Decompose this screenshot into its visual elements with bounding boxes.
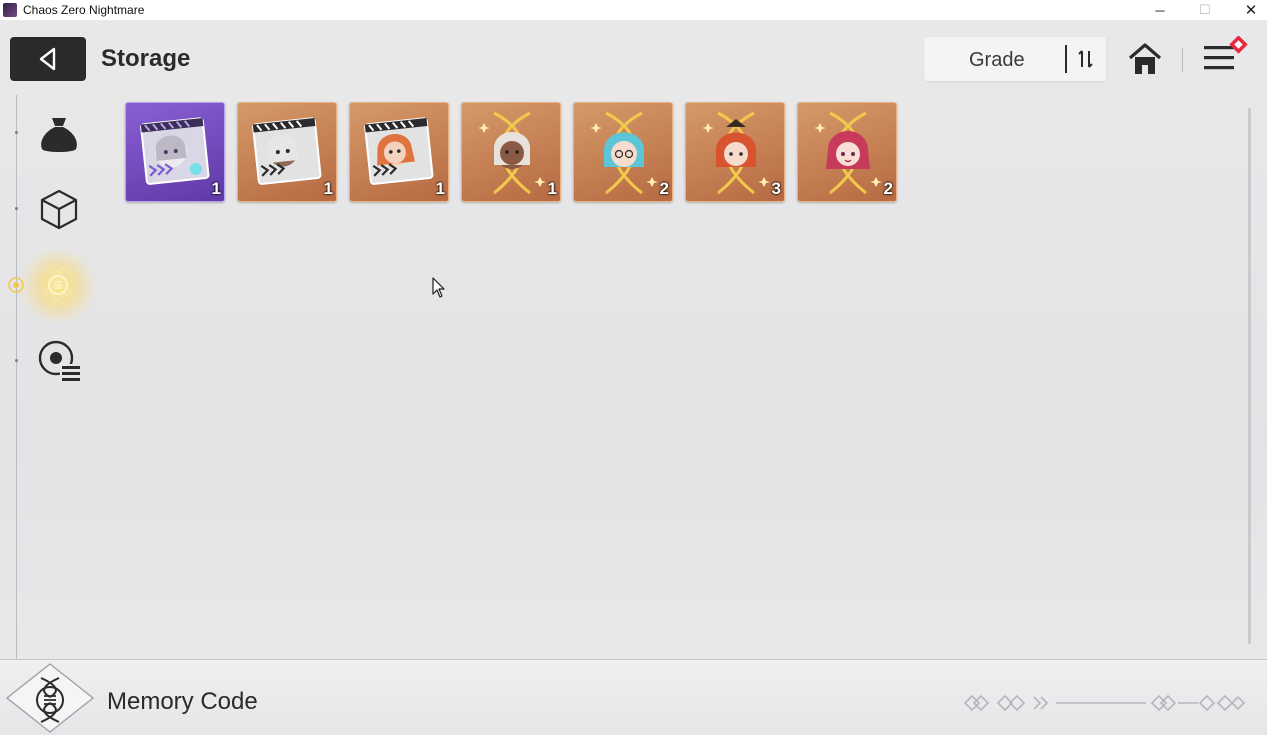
window-titlebar: Chaos Zero Nightmare ─ ☐ ✕ bbox=[0, 0, 1267, 20]
sort-divider bbox=[1065, 45, 1067, 73]
sidebar-rail bbox=[16, 95, 17, 660]
item-count: 2 bbox=[659, 179, 669, 198]
sidebar-dot bbox=[15, 131, 18, 134]
app-icon bbox=[3, 3, 17, 17]
dna-helix-icon bbox=[44, 264, 72, 307]
sidebar-item-memory-code[interactable] bbox=[36, 262, 82, 308]
item-tile[interactable]: 1 bbox=[237, 102, 337, 202]
maximize-button[interactable]: ☐ bbox=[1182, 0, 1228, 20]
item-tile[interactable]: 2 bbox=[797, 102, 897, 202]
item-tile[interactable]: 2 bbox=[573, 102, 673, 202]
back-arrow-icon bbox=[39, 47, 56, 71]
minimize-button[interactable]: ─ bbox=[1137, 0, 1183, 20]
disc-list-icon bbox=[38, 340, 80, 382]
helix-portrait-icon bbox=[590, 111, 658, 195]
helix-portrait-icon bbox=[702, 111, 770, 195]
sort-grade-button[interactable]: Grade bbox=[924, 37, 1106, 81]
footer-title: Memory Code bbox=[107, 688, 258, 715]
mouse-cursor-icon bbox=[432, 277, 445, 298]
memory-code-emblem-icon bbox=[5, 663, 95, 733]
sidebar-item-items[interactable] bbox=[36, 186, 82, 232]
notification-badge-icon bbox=[1229, 36, 1248, 54]
memory-card-icon bbox=[252, 117, 322, 185]
item-count: 1 bbox=[547, 179, 557, 198]
item-count: 2 bbox=[883, 179, 893, 198]
item-count: 3 bbox=[771, 179, 781, 198]
scrollbar[interactable] bbox=[1248, 108, 1251, 644]
sidebar-item-records[interactable] bbox=[36, 338, 82, 384]
cube-icon bbox=[40, 189, 78, 230]
item-count: 1 bbox=[211, 179, 221, 198]
sort-label: Grade bbox=[969, 49, 1025, 71]
item-tile[interactable]: 1 bbox=[349, 102, 449, 202]
close-button[interactable]: ✕ bbox=[1228, 0, 1267, 20]
pouch-icon bbox=[41, 118, 77, 152]
sort-order-icon[interactable] bbox=[1072, 45, 1100, 73]
sidebar-dot bbox=[15, 359, 18, 362]
item-count: 1 bbox=[435, 179, 445, 198]
item-tile[interactable]: 3 bbox=[685, 102, 785, 202]
item-count: 1 bbox=[323, 179, 333, 198]
window-title: Chaos Zero Nightmare bbox=[23, 3, 145, 17]
memory-card-icon bbox=[140, 117, 210, 185]
footer-ornament-icon bbox=[963, 694, 1246, 712]
sidebar-item-materials[interactable] bbox=[36, 112, 82, 158]
helix-portrait-icon bbox=[814, 111, 882, 195]
sidebar-dot bbox=[15, 207, 18, 210]
menu-icon[interactable] bbox=[1203, 36, 1255, 78]
helix-portrait-icon bbox=[478, 111, 546, 195]
header-divider bbox=[1182, 48, 1183, 72]
item-tile[interactable]: 1 bbox=[461, 102, 561, 202]
page-title: Storage bbox=[101, 45, 191, 72]
back-button[interactable] bbox=[10, 37, 86, 81]
home-icon[interactable] bbox=[1126, 40, 1164, 78]
memory-card-icon bbox=[364, 117, 434, 185]
item-tile[interactable]: 1 bbox=[125, 102, 225, 202]
